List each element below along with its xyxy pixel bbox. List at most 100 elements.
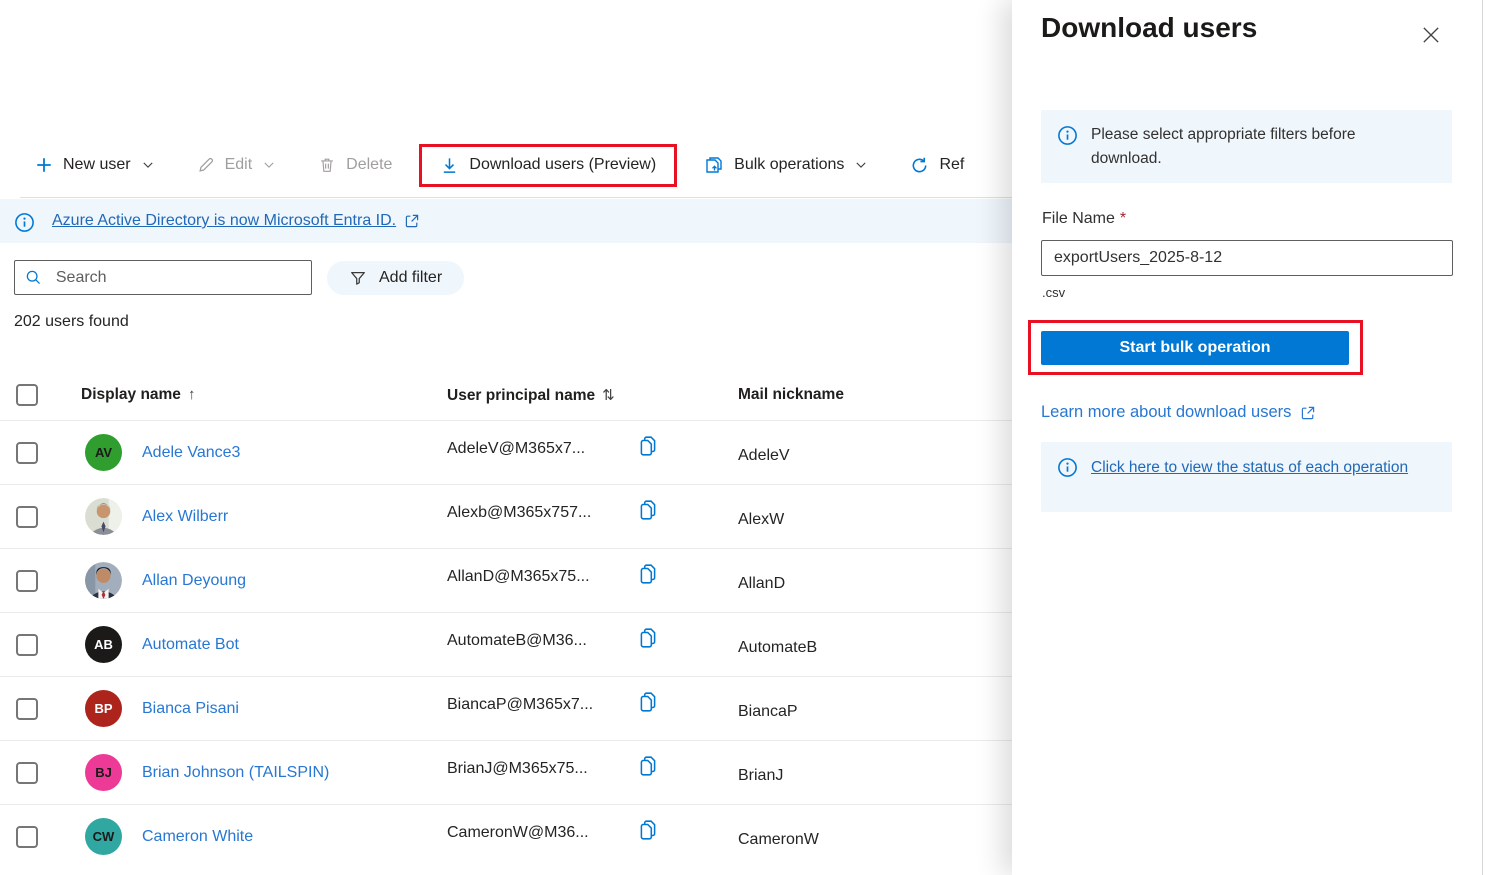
refresh-label: Ref	[939, 156, 964, 174]
filter-funnel-icon	[349, 269, 367, 287]
copy-icon	[637, 819, 659, 841]
start-bulk-operation-button[interactable]: Start bulk operation	[1041, 331, 1349, 365]
file-extension: .csv	[1042, 285, 1065, 300]
close-panel-button[interactable]	[1416, 20, 1446, 50]
select-all-checkbox[interactable]	[16, 384, 38, 406]
operation-status-link[interactable]: Click here to view the status of each op…	[1091, 455, 1413, 499]
user-name-link[interactable]: Adele Vance3	[142, 444, 240, 462]
copy-upn-button[interactable]	[637, 755, 738, 782]
user-name-link[interactable]: Allan Deyoung	[142, 572, 246, 590]
column-header-display-name[interactable]: Display name↑	[66, 386, 447, 404]
user-principal-name: CameronW@M36...	[447, 824, 637, 842]
refresh-button[interactable]: Ref	[889, 156, 985, 175]
row-checkbox[interactable]	[16, 506, 38, 528]
mail-nickname: AdeleV	[738, 447, 1012, 465]
entra-users-page: New user Edit Delete Download users (Pre…	[0, 0, 1485, 875]
user-principal-name: Alexb@M365x757...	[447, 504, 637, 522]
table-row: Allan Deyoung AllanD@M365x75... AllanD	[0, 548, 1012, 612]
entra-rename-link[interactable]: Azure Active Directory is now Microsoft …	[52, 212, 420, 230]
mail-nickname: AllanD	[738, 575, 1012, 593]
download-users-button[interactable]: Download users (Preview)	[436, 156, 660, 175]
close-icon	[1420, 24, 1442, 46]
add-filter-label: Add filter	[379, 269, 442, 287]
column-header-upn[interactable]: User principal name⇅	[447, 386, 637, 405]
search-icon	[25, 268, 42, 287]
bulk-operations-button[interactable]: Bulk operations	[683, 155, 889, 175]
chevron-down-icon	[854, 158, 868, 172]
copy-icon	[637, 563, 659, 585]
row-checkbox[interactable]	[16, 442, 38, 464]
search-input[interactable]	[56, 269, 301, 287]
users-table-body: AV Adele Vance3 AdeleV@M365x7... AdeleV …	[0, 420, 1012, 868]
user-principal-name: AutomateB@M36...	[447, 632, 637, 650]
download-users-label: Download users (Preview)	[469, 156, 656, 174]
copy-upn-button[interactable]	[637, 563, 738, 590]
edit-button[interactable]: Edit	[176, 156, 298, 174]
sort-ascending-icon: ↑	[188, 386, 196, 403]
column-header-mail-nickname[interactable]: Mail nickname	[738, 386, 1012, 404]
copy-upn-button[interactable]	[637, 435, 738, 462]
user-name-link[interactable]: Bianca Pisani	[142, 700, 239, 718]
plus-icon	[35, 156, 53, 174]
table-row: BP Bianca Pisani BiancaP@M365x7... Bianc…	[0, 676, 1012, 740]
file-name-input[interactable]	[1041, 240, 1453, 276]
copy-icon	[637, 435, 659, 457]
user-name-link[interactable]: Alex Wilberr	[142, 508, 228, 526]
download-users-panel: Download users Please select appropriate…	[1012, 0, 1485, 875]
panel-title: Download users	[1041, 12, 1257, 44]
copy-icon	[637, 499, 659, 521]
user-name-link[interactable]: Automate Bot	[142, 636, 239, 654]
file-name-label: File Name*	[1042, 210, 1126, 228]
row-checkbox[interactable]	[16, 698, 38, 720]
refresh-icon	[910, 156, 929, 175]
row-checkbox[interactable]	[16, 826, 38, 848]
row-checkbox[interactable]	[16, 762, 38, 784]
avatar	[85, 498, 122, 535]
user-name-link[interactable]: Cameron White	[142, 828, 253, 846]
search-box	[14, 260, 312, 295]
copy-upn-button[interactable]	[637, 819, 738, 846]
toolbar-divider	[20, 197, 1012, 198]
bulk-operations-icon	[704, 155, 724, 175]
chevron-down-icon	[141, 158, 155, 172]
table-row: CW Cameron White CameronW@M36... Cameron…	[0, 804, 1012, 868]
table-row: AV Adele Vance3 AdeleV@M365x7... AdeleV	[0, 420, 1012, 484]
chevron-down-icon	[262, 158, 276, 172]
info-icon	[14, 212, 35, 233]
filters-info-box: Please select appropriate filters before…	[1041, 110, 1452, 183]
table-row: Alex Wilberr Alexb@M365x757... AlexW	[0, 484, 1012, 548]
copy-icon	[637, 691, 659, 713]
trash-icon	[318, 156, 336, 174]
copy-upn-button[interactable]	[637, 499, 738, 526]
user-principal-name: AllanD@M365x75...	[447, 568, 637, 586]
copy-upn-button[interactable]	[637, 627, 738, 654]
external-link-icon	[1300, 405, 1316, 421]
delete-button[interactable]: Delete	[297, 156, 413, 174]
results-count: 202 users found	[14, 313, 129, 331]
entra-rename-banner: Azure Active Directory is now Microsoft …	[0, 199, 1012, 243]
download-icon	[440, 156, 459, 175]
pencil-icon	[197, 156, 215, 174]
table-row: AB Automate Bot AutomateB@M36... Automat…	[0, 612, 1012, 676]
edit-label: Edit	[225, 156, 253, 174]
row-checkbox[interactable]	[16, 570, 38, 592]
learn-more-link[interactable]: Learn more about download users	[1041, 403, 1316, 422]
users-list-main: New user Edit Delete Download users (Pre…	[0, 0, 1012, 875]
copy-icon	[637, 755, 659, 777]
copy-upn-button[interactable]	[637, 691, 738, 718]
mail-nickname: AlexW	[738, 511, 1012, 529]
avatar: AB	[85, 626, 122, 663]
row-checkbox[interactable]	[16, 634, 38, 656]
add-filter-button[interactable]: Add filter	[327, 261, 464, 295]
user-principal-name: BiancaP@M365x7...	[447, 696, 637, 714]
user-name-link[interactable]: Brian Johnson (TAILSPIN)	[142, 764, 329, 782]
info-icon	[1057, 125, 1078, 146]
mail-nickname: CameronW	[738, 831, 1012, 849]
avatar	[85, 562, 122, 599]
delete-label: Delete	[346, 156, 392, 174]
table-row: BJ Brian Johnson (TAILSPIN) BrianJ@M365x…	[0, 740, 1012, 804]
new-user-button[interactable]: New user	[14, 156, 176, 174]
avatar: CW	[85, 818, 122, 855]
table-header: Display name↑ User principal name⇅ Mail …	[0, 370, 1012, 420]
avatar: AV	[85, 434, 122, 471]
